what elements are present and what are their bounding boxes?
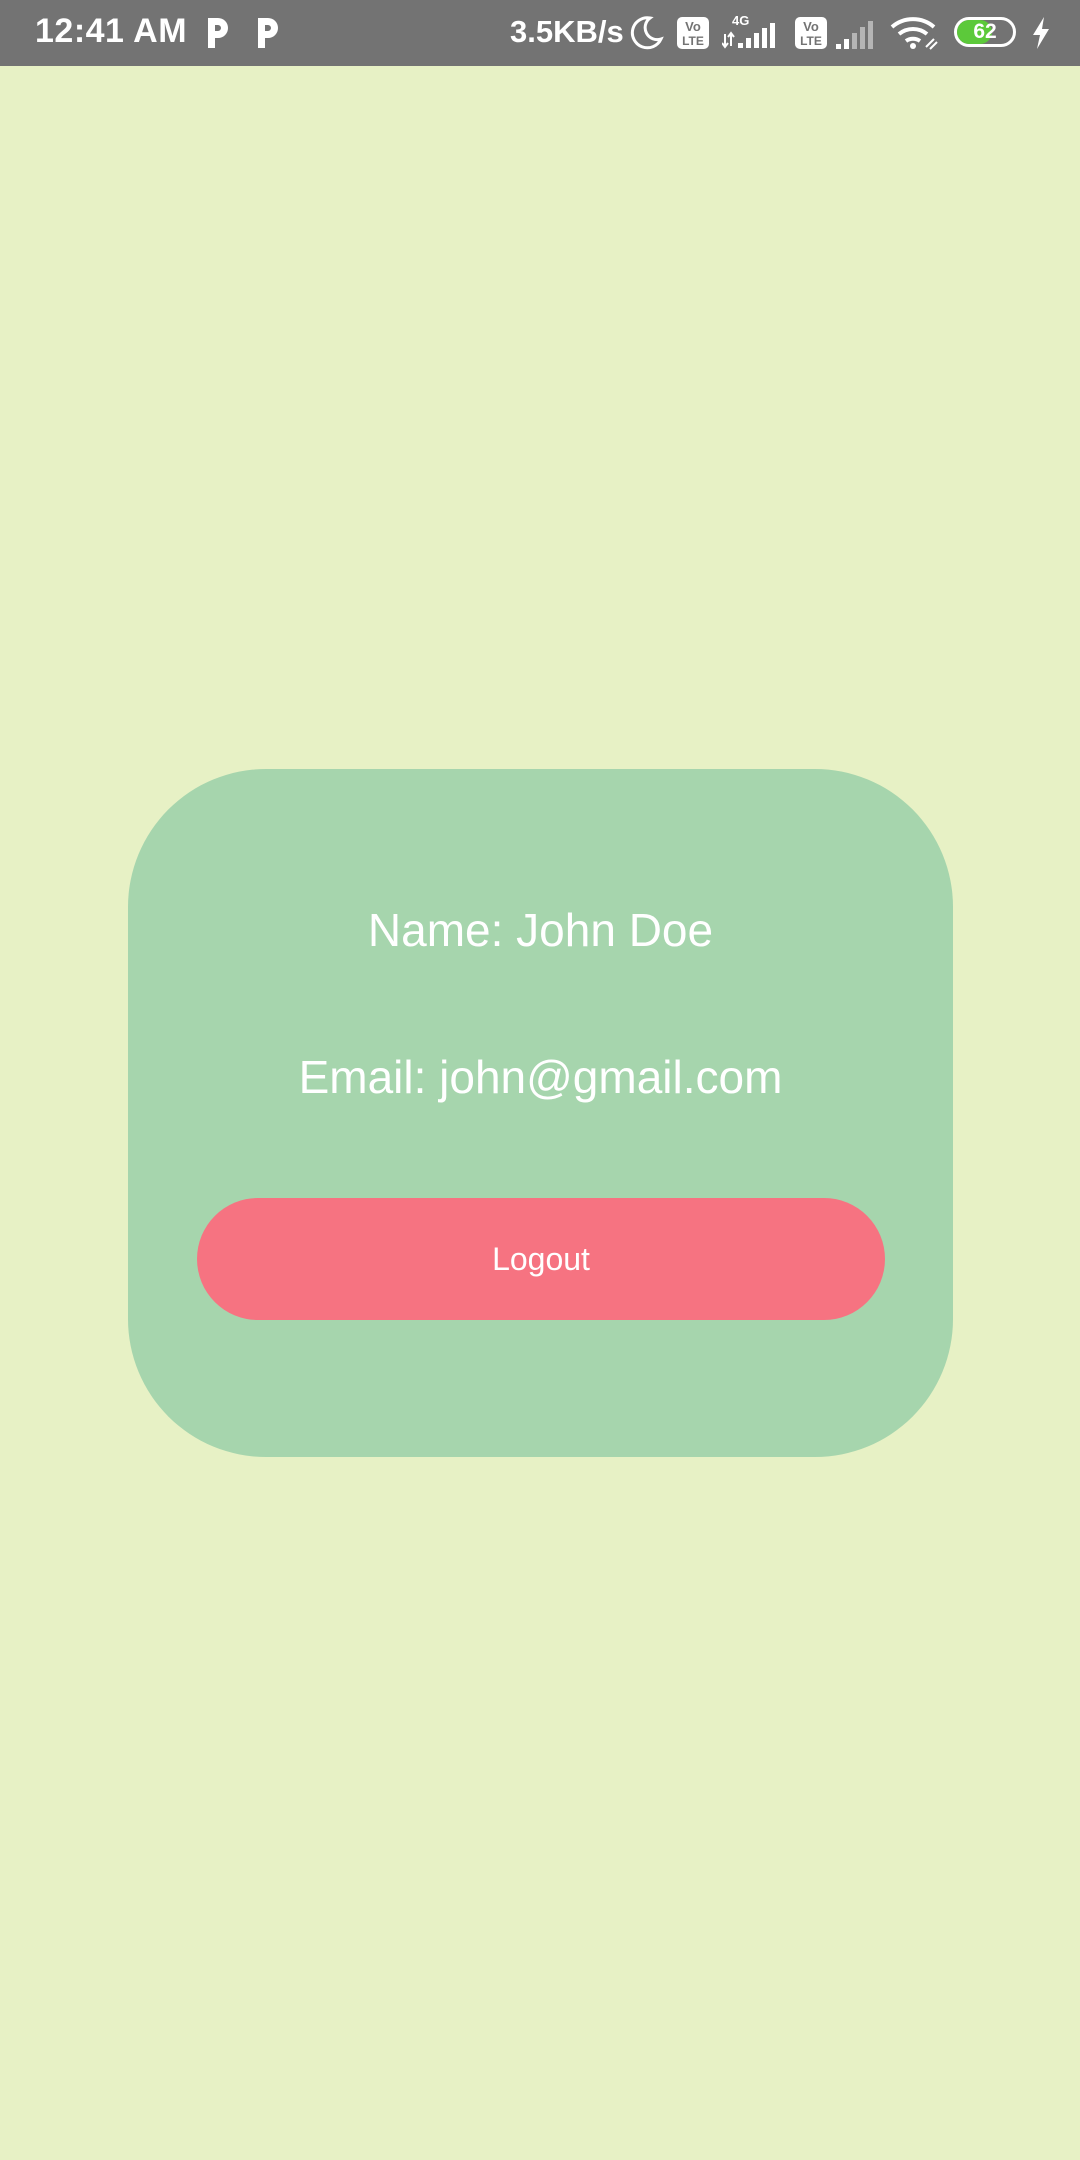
p-app-icon (208, 18, 228, 48)
wifi-icon (890, 17, 938, 50)
signal-icon: 4G (722, 13, 775, 49)
volte-bottom-text: LTE (682, 34, 704, 48)
p-app-icon (258, 18, 278, 48)
network-type-text: 4G (732, 13, 749, 28)
volte-top-text: Vo (685, 19, 701, 34)
logout-button[interactable]: Logout (197, 1198, 885, 1320)
network-speed: 3.5KB/s (510, 14, 624, 49)
status-bar: 12:41 AM 3.5KB/s Vo LTE 4G Vo LTE 62 (0, 0, 1080, 66)
volte-icon: Vo LTE (795, 17, 827, 49)
user-name-label: Name: John Doe (367, 904, 714, 956)
battery-level: 62 (973, 20, 997, 43)
volte-top-text: Vo (803, 19, 819, 34)
signal-icon (836, 21, 873, 49)
volte-bottom-text: LTE (800, 34, 822, 48)
user-email-label: Email: john@gmail.com (298, 1051, 783, 1103)
battery-icon: 62 (954, 17, 1016, 47)
profile-card: Name: John Doe Email: john@gmail.com Log… (128, 769, 953, 1457)
status-time: 12:41 AM (35, 12, 188, 50)
charging-icon (1033, 17, 1049, 49)
volte-icon: Vo LTE (677, 17, 709, 49)
moon-icon (630, 16, 664, 50)
